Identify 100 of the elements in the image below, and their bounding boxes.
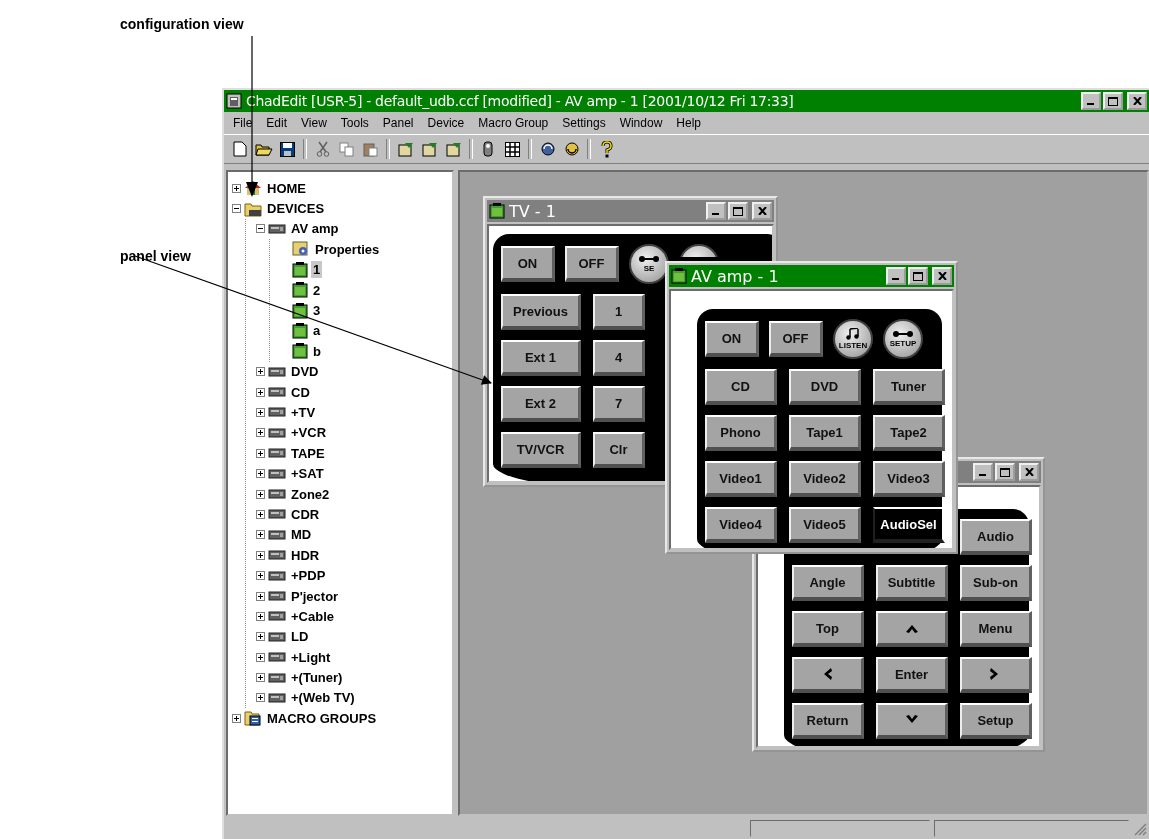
tree-item[interactable]: a bbox=[311, 322, 323, 340]
remote-key[interactable]: TV/VCR bbox=[501, 432, 581, 468]
tree-item[interactable]: 1 bbox=[311, 261, 323, 279]
tree-item[interactable]: TAPE bbox=[289, 444, 327, 462]
remote-key[interactable]: Phono bbox=[705, 415, 777, 451]
remote-key[interactable]: 1 bbox=[593, 294, 645, 330]
round-button[interactable]: SE bbox=[629, 244, 669, 284]
maximize-button[interactable] bbox=[1103, 92, 1123, 110]
minimize-button[interactable] bbox=[1081, 92, 1101, 110]
tree-item[interactable]: b bbox=[311, 342, 323, 360]
remote-key[interactable]: Video2 bbox=[789, 461, 861, 497]
round-button[interactable]: SETUP bbox=[883, 319, 923, 359]
menu-item[interactable]: Device bbox=[420, 114, 472, 132]
remote-key[interactable]: OFF bbox=[565, 246, 619, 282]
expander-button[interactable] bbox=[256, 367, 265, 377]
menu-item[interactable]: View bbox=[294, 114, 334, 132]
remote-key[interactable]: Top bbox=[792, 611, 864, 647]
remote-key[interactable]: Setup bbox=[960, 703, 1032, 739]
remote-key[interactable]: Clr bbox=[593, 432, 645, 468]
remote-key[interactable]: AudioSel bbox=[873, 507, 945, 543]
minimize-button[interactable] bbox=[886, 267, 906, 285]
remote-key[interactable]: ON bbox=[501, 246, 555, 282]
remote-key[interactable]: Video5 bbox=[789, 507, 861, 543]
remote-key[interactable]: CD bbox=[705, 369, 777, 405]
expander-button[interactable] bbox=[256, 673, 265, 683]
expander-button[interactable] bbox=[256, 448, 265, 458]
expander-button[interactable] bbox=[256, 632, 265, 642]
remote-key[interactable]: Angle bbox=[792, 565, 864, 601]
menu-item[interactable]: Settings bbox=[555, 114, 613, 132]
remote-key[interactable]: ON bbox=[705, 321, 759, 357]
remote-key[interactable]: Video1 bbox=[705, 461, 777, 497]
tree-item[interactable]: 3 bbox=[311, 302, 323, 320]
expander-button[interactable] bbox=[256, 469, 265, 479]
remote-key[interactable]: 7 bbox=[593, 386, 645, 422]
remote-key[interactable]: Video3 bbox=[873, 461, 945, 497]
expander-button[interactable] bbox=[256, 652, 265, 662]
remote-key[interactable]: Tape1 bbox=[789, 415, 861, 451]
round-button[interactable]: LISTEN bbox=[833, 319, 873, 359]
expander-button[interactable] bbox=[256, 428, 265, 438]
expander-button[interactable] bbox=[256, 224, 265, 234]
tree-item[interactable]: +TV bbox=[289, 404, 318, 421]
tree-item[interactable]: +VCR bbox=[289, 424, 329, 442]
expander-button[interactable] bbox=[256, 550, 265, 560]
tree-item[interactable]: HOME bbox=[265, 179, 308, 197]
remote-key[interactable] bbox=[876, 703, 948, 739]
remote-key[interactable]: Tape2 bbox=[873, 415, 945, 451]
remote-key[interactable]: Enter bbox=[876, 657, 948, 693]
menu-item[interactable]: Window bbox=[612, 114, 670, 132]
remote-key[interactable]: Tuner bbox=[873, 369, 945, 405]
tree-item[interactable]: +PDP bbox=[289, 567, 328, 585]
tree-item[interactable]: P'jector bbox=[289, 587, 341, 605]
menu-item[interactable]: Macro Group bbox=[471, 114, 556, 132]
remote-key[interactable]: Video4 bbox=[705, 507, 777, 543]
tree-item[interactable]: +SAT bbox=[289, 465, 326, 483]
remote-key[interactable]: 4 bbox=[593, 340, 645, 376]
tree-item[interactable]: 2 bbox=[311, 281, 323, 299]
expander-button[interactable] bbox=[256, 387, 265, 397]
close-button[interactable] bbox=[752, 202, 772, 220]
remote-key[interactable]: Menu bbox=[960, 611, 1032, 647]
menu-item[interactable]: Help bbox=[669, 114, 708, 132]
remote-key[interactable]: Ext 2 bbox=[501, 386, 581, 422]
expander-button[interactable] bbox=[256, 571, 265, 581]
remote-key[interactable]: Previous bbox=[501, 294, 581, 330]
expander-button[interactable] bbox=[232, 204, 241, 214]
remote-key[interactable]: Return bbox=[792, 703, 864, 739]
close-button[interactable] bbox=[932, 267, 952, 285]
expander-button[interactable] bbox=[256, 611, 265, 621]
tree-item[interactable]: Zone2 bbox=[289, 485, 332, 503]
tree-item[interactable]: MACRO GROUPS bbox=[265, 709, 379, 727]
close-button[interactable] bbox=[1019, 463, 1039, 481]
tree-item[interactable]: CD bbox=[289, 383, 312, 401]
menu-item[interactable]: Edit bbox=[259, 114, 295, 132]
remote-key[interactable] bbox=[792, 657, 864, 693]
minimize-button[interactable] bbox=[973, 463, 993, 481]
remote-key[interactable]: Sub-on bbox=[960, 565, 1032, 601]
menu-item[interactable]: Tools bbox=[333, 114, 376, 132]
remote-key[interactable]: OFF bbox=[769, 321, 823, 357]
expander-button[interactable] bbox=[256, 489, 265, 499]
expander-button[interactable] bbox=[232, 713, 241, 723]
expander-button[interactable] bbox=[232, 183, 241, 193]
remote-key[interactable]: Ext 1 bbox=[501, 340, 581, 376]
tree-item[interactable]: AV amp bbox=[289, 220, 341, 238]
tree-item[interactable]: CDR bbox=[289, 505, 322, 523]
tree-item[interactable]: Properties bbox=[313, 240, 382, 258]
tree-item[interactable]: +(Web TV) bbox=[289, 689, 357, 707]
minimize-button[interactable] bbox=[706, 202, 726, 220]
remote-key[interactable]: Subtitle bbox=[876, 565, 948, 601]
remote-key[interactable] bbox=[960, 657, 1032, 693]
remote-key[interactable]: Audio bbox=[960, 519, 1032, 555]
menu-item[interactable]: Panel bbox=[375, 114, 421, 132]
remote-key[interactable] bbox=[876, 611, 948, 647]
tree-item[interactable]: DEVICES bbox=[265, 200, 327, 218]
maximize-button[interactable] bbox=[728, 202, 748, 220]
tree-item[interactable]: HDR bbox=[289, 546, 322, 564]
expander-button[interactable] bbox=[256, 408, 265, 417]
maximize-button[interactable] bbox=[995, 463, 1015, 481]
tree-item[interactable]: MD bbox=[289, 526, 314, 544]
tree-item[interactable]: +Light bbox=[289, 648, 333, 666]
expander-button[interactable] bbox=[256, 591, 265, 601]
tree-item[interactable]: +(Tuner) bbox=[289, 669, 345, 687]
